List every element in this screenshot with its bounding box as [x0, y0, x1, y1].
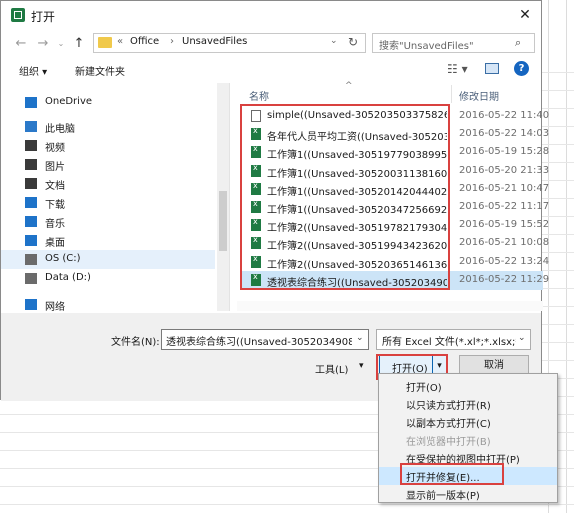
file-date-modified: 2016-05-20 21:33 — [459, 164, 550, 176]
breadcrumb-separator-icon[interactable]: › — [170, 36, 174, 47]
filetype-dropdown-icon[interactable]: ⌄ — [518, 333, 526, 343]
open-menu-item[interactable]: 以只读方式打开(R) — [379, 395, 557, 413]
video-icon — [25, 140, 37, 151]
breadcrumb-office[interactable]: Office — [130, 36, 159, 47]
nav-item[interactable]: 音乐 — [1, 212, 215, 231]
open-menu-item[interactable]: 以副本方式打开(C) — [379, 413, 557, 431]
command-toolbar: 组织 ▾ 新建文件夹 ☷ ▾ ? — [1, 59, 541, 81]
nav-item-label: 此电脑 — [45, 124, 75, 135]
file-list-header: 名称 ^ 修改日期 — [237, 81, 543, 105]
open-and-repair-highlight-box — [400, 463, 504, 485]
nav-item-label: 文档 — [45, 181, 65, 192]
preview-pane-icon[interactable] — [485, 63, 499, 74]
search-placeholder: 搜索"UnsavedFiles" — [379, 41, 474, 52]
nav-item-label: OneDrive — [45, 96, 93, 107]
nav-item-label: 下载 — [45, 200, 65, 211]
navigation-scrollbar-thumb[interactable] — [219, 191, 227, 251]
file-date-modified: 2016-05-19 15:28 — [459, 146, 550, 158]
nav-item-label: 图片 — [45, 162, 65, 173]
close-button[interactable]: ✕ — [513, 4, 537, 26]
title-bar[interactable]: 打开 ✕ — [1, 1, 541, 29]
sort-ascending-icon: ^ — [345, 81, 353, 91]
nav-item[interactable]: 下载 — [1, 193, 215, 212]
nav-item[interactable]: 此电脑 — [1, 117, 215, 136]
nav-item-label: 网络 — [45, 302, 65, 313]
nav-item[interactable]: 图片 — [1, 155, 215, 174]
address-bar[interactable]: « Office › UnsavedFiles ⌄ ↻ — [93, 33, 366, 53]
nav-item[interactable]: 文档 — [1, 174, 215, 193]
open-menu-item[interactable]: 打开(O) — [379, 377, 557, 395]
nav-item-label: 桌面 — [45, 238, 65, 249]
nav-item-label: OS (C:) — [45, 253, 81, 264]
document-icon — [25, 178, 37, 189]
nav-item[interactable]: 桌面 — [1, 231, 215, 250]
refresh-icon[interactable]: ↻ — [348, 35, 358, 49]
file-list-highlight-box — [240, 104, 450, 290]
nav-item[interactable]: 视频 — [1, 136, 215, 155]
column-header-name[interactable]: 名称 — [249, 88, 269, 103]
open-menu-item-label: 显示前一版本(P) — [406, 491, 480, 502]
column-header-date-modified[interactable]: 修改日期 — [459, 88, 499, 103]
breadcrumb-unsavedfiles[interactable]: UnsavedFiles — [182, 36, 247, 47]
nav-item-label: 音乐 — [45, 219, 65, 230]
filename-input[interactable]: 透视表综合练习((Unsaved-3052034908238 ⌄ — [161, 329, 369, 350]
search-icon[interactable]: ⌕ — [515, 36, 521, 50]
file-date-modified: 2016-05-22 11:17 — [459, 201, 550, 212]
tools-dropdown-icon[interactable]: ▾ — [359, 361, 364, 371]
new-folder-button[interactable]: 新建文件夹 — [75, 63, 125, 78]
picture-icon — [25, 159, 37, 170]
file-date-modified: 2016-05-22 13:24 — [459, 255, 550, 267]
drive-icon — [25, 254, 37, 265]
up-arrow-icon[interactable]: ↑ — [71, 36, 87, 52]
network-icon — [25, 299, 37, 310]
open-menu-item-label: 打开(O) — [406, 383, 442, 394]
file-date-modified: 2016-05-22 11:29 — [459, 273, 550, 285]
change-view-icon[interactable]: ☷ ▾ — [447, 62, 468, 76]
search-input[interactable]: 搜索"UnsavedFiles" ⌕ — [372, 33, 535, 53]
file-date-modified: 2016-05-22 14:03 — [459, 128, 550, 140]
nav-item[interactable]: 网络 — [1, 295, 215, 314]
file-list-scroll-area — [237, 301, 543, 311]
open-menu-item: 在浏览器中打开(B) — [379, 431, 557, 449]
address-dropdown-icon[interactable]: ⌄ — [330, 36, 338, 46]
open-menu-item[interactable]: 显示前一版本(P) — [379, 485, 557, 503]
column-divider[interactable] — [451, 85, 452, 103]
excel-app-icon — [11, 8, 25, 22]
organize-button[interactable]: 组织 ▾ — [19, 63, 47, 78]
dialog-title: 打开 — [31, 10, 56, 24]
music-icon — [25, 216, 37, 227]
filetype-select[interactable]: 所有 Excel 文件(*.xl*;*.xlsx;*.xl ⌄ — [376, 329, 531, 350]
filename-value: 透视表综合练习((Unsaved-3052034908238 — [166, 337, 352, 348]
file-date-modified: 2016-05-21 10:47 — [459, 182, 550, 194]
desktop-icon — [25, 235, 37, 246]
open-menu-item-label: 以副本方式打开(C) — [406, 419, 491, 430]
address-overflow-chevron-icon[interactable]: « — [117, 36, 123, 47]
folder-icon — [98, 37, 112, 48]
nav-item[interactable]: OS (C:) — [1, 250, 215, 269]
filename-label: 文件名(N): — [111, 337, 160, 348]
recent-locations-chevron-icon[interactable]: ⌄ — [53, 36, 69, 52]
help-icon[interactable]: ? — [514, 61, 529, 76]
filetype-value: 所有 Excel 文件(*.xl*;*.xlsx;*.xl — [382, 337, 516, 348]
navigation-pane: OneDrive 此电脑视频图片文档下载音乐桌面 OS (C:) Data (D:) 网… — [1, 83, 229, 314]
nav-item[interactable]: Data (D:) — [1, 269, 215, 288]
download-icon — [25, 197, 37, 208]
nav-item[interactable]: OneDrive — [1, 93, 215, 112]
file-date-modified: 2016-05-19 15:52 — [459, 219, 550, 231]
back-arrow-icon[interactable]: ← — [13, 36, 29, 52]
file-date-modified: 2016-05-22 11:40 — [459, 110, 550, 121]
nav-item-label: Data (D:) — [45, 272, 91, 283]
cloud-icon — [25, 97, 37, 108]
tools-button[interactable]: 工具(L) — [315, 361, 348, 376]
open-menu-item-label: 在浏览器中打开(B) — [406, 437, 491, 448]
filename-dropdown-icon[interactable]: ⌄ — [356, 333, 364, 343]
forward-arrow-icon[interactable]: → — [35, 36, 51, 52]
file-date-modified: 2016-05-21 10:08 — [459, 237, 550, 249]
pane-splitter[interactable] — [229, 83, 230, 311]
drive-icon — [25, 273, 37, 284]
computer-icon — [25, 121, 37, 132]
nav-item-label: 视频 — [45, 143, 65, 154]
open-menu-item-label: 以只读方式打开(R) — [406, 401, 491, 412]
